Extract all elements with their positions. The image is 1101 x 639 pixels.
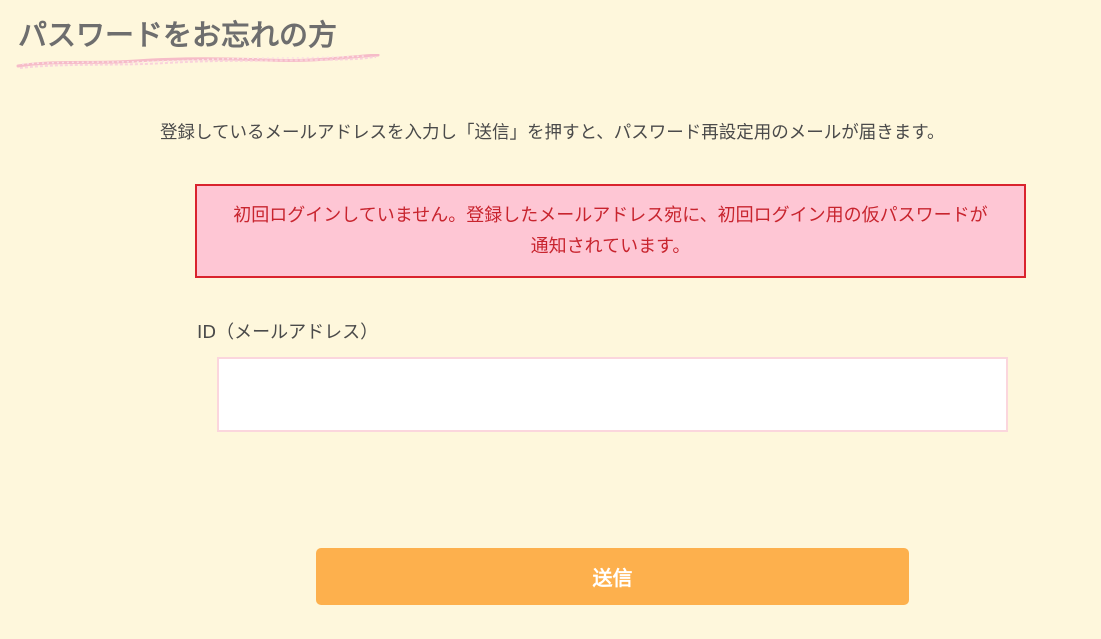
error-alert: 初回ログインしていません。登録したメールアドレス宛に、初回ログイン用の仮パスワー… <box>195 184 1026 278</box>
email-id-input[interactable] <box>217 357 1008 432</box>
id-field-label: ID（メールアドレス） <box>197 322 379 343</box>
error-alert-message: 初回ログインしていません。登録したメールアドレス宛に、初回ログイン用の仮パスワー… <box>233 205 988 257</box>
submit-button[interactable]: 送信 <box>316 548 909 605</box>
page-title: パスワードをお忘れの方 <box>18 18 338 52</box>
instruction-text: 登録しているメールアドレスを入力し「送信」を押すと、パスワード再設定用のメールが… <box>160 123 945 143</box>
title-underline-decoration <box>16 54 380 69</box>
